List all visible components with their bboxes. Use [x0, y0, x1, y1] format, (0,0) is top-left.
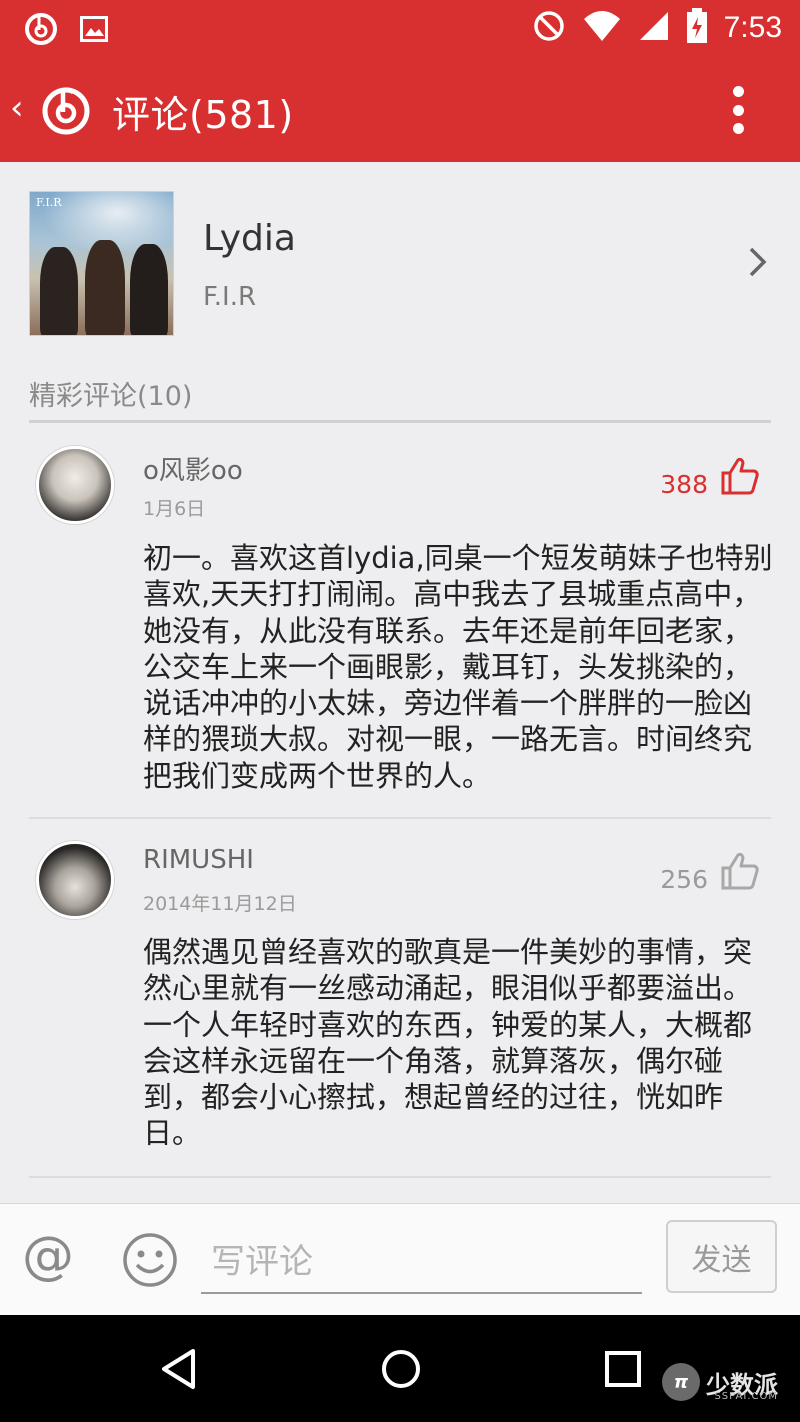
comment-like-count: 256 [660, 865, 708, 894]
dnd-icon [532, 9, 566, 47]
image-icon [80, 16, 108, 46]
thumbs-up-icon[interactable] [720, 456, 760, 500]
comment-date: 2014年11月12日 [143, 893, 297, 915]
watermark-badge: π [662, 1363, 700, 1401]
album-art-tag: F.I.R [36, 196, 62, 209]
comment-item: RIMUSHI 2014年11月12日 256 偶然遇见曾经喜欢的歌真是一件美妙… [0, 819, 800, 1177]
more-vert-icon[interactable] [732, 86, 744, 134]
song-artist: F.I.R [203, 282, 257, 312]
comment-input-bar: @ 发送 [0, 1203, 800, 1315]
page-title: 评论(581) [112, 93, 294, 137]
back-icon[interactable]: ‹ [10, 88, 24, 128]
song-title: Lydia [203, 218, 296, 259]
nav-recent-icon[interactable] [604, 1350, 642, 1392]
watermark-logo: π 少数派 SSPAI.COM [662, 1363, 778, 1402]
watermark-sub: SSPAI.COM [714, 1391, 778, 1402]
battery-icon [686, 8, 708, 48]
comment-like-count: 388 [660, 470, 708, 499]
comment-text: 偶然遇见曾经喜欢的歌真是一件美妙的事情，突然心里就有一丝感动涌起，眼泪似乎都要溢… [143, 935, 753, 1151]
thumbs-up-icon[interactable] [720, 851, 760, 895]
song-header[interactable]: F.I.R Lydia F.I.R [0, 162, 800, 362]
comment-text: 初一。喜欢这首lydia,同桌一个短发萌妹子也特别喜欢,天天打打闹闹。高中我去了… [143, 541, 773, 793]
netease-music-icon[interactable] [40, 84, 92, 140]
comment-input[interactable] [201, 1232, 642, 1294]
signal-icon [638, 10, 670, 46]
at-mention-button[interactable]: @ [22, 1230, 74, 1282]
wifi-icon [582, 9, 622, 47]
chevron-right-icon[interactable] [748, 246, 768, 282]
status-bar: 7:53 [0, 0, 800, 58]
album-art: F.I.R [29, 191, 174, 336]
system-nav-bar: π 少数派 SSPAI.COM [0, 1315, 800, 1422]
app-bar: ‹ 评论(581) [0, 58, 800, 162]
comment-username[interactable]: o风影oo [143, 450, 243, 487]
comment-item: o风影oo 1月6日 388 初一。喜欢这首lydia,同桌一个短发萌妹子也特别… [0, 424, 800, 818]
avatar[interactable] [36, 446, 114, 524]
divider [29, 1176, 771, 1178]
nav-back-icon[interactable] [158, 1347, 198, 1395]
divider [29, 420, 771, 423]
send-button[interactable]: 发送 [666, 1220, 777, 1293]
netease-music-icon [24, 12, 58, 50]
section-label: 精彩评论(10) [29, 381, 193, 412]
comment-username[interactable]: RIMUSHI [143, 845, 254, 875]
comment-date: 1月6日 [143, 498, 206, 520]
emoji-icon[interactable] [122, 1232, 178, 1292]
nav-home-icon[interactable] [380, 1348, 422, 1394]
status-time: 7:53 [723, 11, 782, 44]
avatar[interactable] [36, 841, 114, 919]
